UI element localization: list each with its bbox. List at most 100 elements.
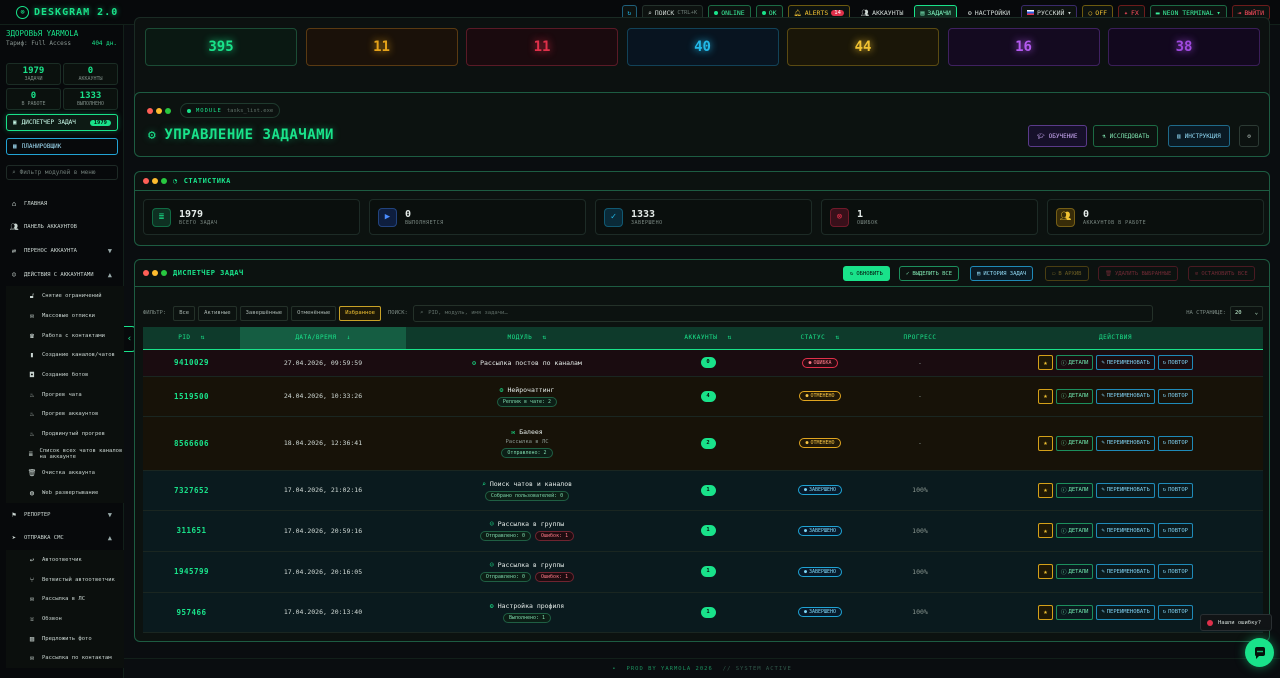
select-all-button[interactable]: ✓ ВЫДЕЛИТЬ ВСЕ: [899, 266, 960, 281]
history-button[interactable]: ▤ ИСТОРИЯ ЗАДАЧ: [970, 266, 1034, 281]
sidebar-item-label: Продвинутый прогрев: [42, 431, 105, 438]
rename-button[interactable]: ✎ ПЕРЕИМЕНОВАТЬ: [1096, 523, 1155, 538]
sidebar-item[interactable]: 🔓︎ Снятие ограничений: [6, 286, 124, 307]
repeat-icon: ↻: [1162, 609, 1167, 615]
table-row[interactable]: 7327652 17.04.2026, 21:02:16 ⌕ Поиск чатов …: [143, 470, 1263, 511]
column-header[interactable]: PID ⇅: [143, 327, 240, 350]
column-header[interactable]: АККАУНТЫ ⇅: [648, 327, 768, 350]
details-button[interactable]: ⓘ ДЕТАЛИ: [1056, 482, 1094, 498]
filter-button[interactable]: Отменённые: [291, 305, 337, 321]
rename-button[interactable]: ✎ ПЕРЕИМЕНОВАТЬ: [1096, 435, 1155, 451]
sidebar-item[interactable]: ✉ Рассылка в ЛС: [6, 589, 124, 610]
brand[interactable]: ⊗ DESKGRAM 2.0: [0, 5, 130, 19]
ok-dot-icon: [761, 10, 766, 15]
sidebar-item[interactable]: 👥︎ ПАНЕЛЬ АККАУНТОВ: [0, 216, 124, 240]
sidebar-item[interactable]: ☺ ДЕЙСТВИЯ С АККАУНТАМИ ▲: [0, 263, 124, 287]
sidebar-item[interactable]: ♨ Прогрев чата: [6, 384, 124, 405]
repeat-button[interactable]: ↻ ПОВТОР: [1157, 435, 1193, 451]
archive-button[interactable]: ▭ В АРХИВ: [1045, 266, 1089, 281]
details-button[interactable]: ⓘ ДЕТАЛИ: [1056, 564, 1094, 579]
sidebar-item[interactable]: ▨ Предложить фото: [6, 628, 124, 649]
sidebar-item[interactable]: ↩ Автоответчик: [6, 550, 124, 570]
details-button[interactable]: ⓘ ДЕТАЛИ: [1056, 435, 1094, 451]
table-row[interactable]: 957466 17.04.2026, 20:13:40 ⚙ Настройка про…: [143, 592, 1263, 633]
sidebar-item-label: Ветвистый автоответчик: [42, 576, 115, 583]
sidebar-item[interactable]: ☏ Обзвон: [6, 609, 124, 629]
details-button[interactable]: ⓘ ДЕТАЛИ: [1056, 388, 1094, 404]
app-root: ⊗ DESKGRAM 2.0 ↻ ⌕ ПОИСК CTRL+K ONLINE O…: [0, 0, 1280, 678]
favorite-button[interactable]: ★: [1038, 564, 1054, 579]
stop-all-button[interactable]: ⊘ ОСТАНОВИТЬ ВСЕ: [1188, 266, 1255, 281]
rename-button[interactable]: ✎ ПЕРЕИМЕНОВАТЬ: [1096, 604, 1155, 620]
filter-button[interactable]: Завершённые: [239, 305, 289, 321]
table-row[interactable]: 311651 17.04.2026, 20:59:16 ☺ Рассылка в гр…: [143, 510, 1263, 552]
details-button[interactable]: ⓘ ДЕТАЛИ: [1056, 523, 1094, 538]
column-header[interactable]: ДАТА/ВРЕМЯ ↓: [240, 327, 406, 350]
bot-icon: ◘: [29, 370, 35, 379]
favorite-button[interactable]: ★: [1038, 355, 1054, 370]
repeat-button[interactable]: ↻ ПОВТОР: [1157, 564, 1193, 579]
learn-button[interactable]: 🎓︎ ОБУЧЕНИЕ: [1028, 125, 1087, 147]
sidebar-item[interactable]: ♨ Прогрев аккаунтов: [6, 404, 124, 425]
sidebar-item[interactable]: 🗑︎ Очистка аккаунта: [6, 463, 124, 484]
repeat-button[interactable]: ↻ ПОВТОР: [1157, 482, 1193, 498]
footer-prod: PROD BY YARMOLA 2026: [626, 665, 713, 672]
table-row[interactable]: 1519500 24.04.2026, 10:33:26 ⚙ Нейрочаттинг…: [143, 376, 1263, 417]
column-header[interactable]: МОДУЛЬ ⇅: [406, 327, 648, 350]
table-row[interactable]: 9410029 27.04.2026, 09:59:59 ⚙ Рассылка пос…: [143, 349, 1263, 377]
repeat-button[interactable]: ↻ ПОВТОР: [1157, 604, 1193, 620]
sidebar-item[interactable]: ◍ Web развертывание: [6, 483, 124, 503]
sidebar-dispatcher-button[interactable]: ▣ ДИСПЕТЧЕР ЗАДАЧ 1979: [6, 114, 118, 131]
sidebar-item[interactable]: ⑂ Ветвистый автоответчик: [6, 569, 124, 590]
sidebar-item[interactable]: ✉ Рассылка по контактам: [6, 648, 124, 669]
repeat-button[interactable]: ↻ ПОВТОР: [1157, 388, 1193, 404]
history-icon: ▤: [977, 270, 981, 277]
summary-card: 11: [466, 28, 618, 66]
rename-button[interactable]: ✎ ПЕРЕИМЕНОВАТЬ: [1096, 388, 1155, 404]
settings-button[interactable]: ⚙: [1239, 125, 1259, 147]
chat-button[interactable]: [1245, 638, 1274, 667]
rename-button[interactable]: ✎ ПЕРЕИМЕНОВАТЬ: [1096, 482, 1155, 498]
per-page-select[interactable]: 20 ⌄: [1230, 305, 1263, 321]
sidebar-item[interactable]: ⌂ ГЛАВНАЯ: [0, 192, 124, 216]
instruction-button[interactable]: ▥ ИНСТРУКЦИЯ: [1168, 125, 1230, 147]
column-header[interactable]: СТАТУС ⇅: [768, 327, 872, 350]
sidebar-item[interactable]: ▮ Создание каналов/чатов: [6, 345, 124, 366]
sidebar-nav: ⌂ ГЛАВНАЯ 👥︎ ПАНЕЛЬ АККАУНТОВ ⇄ ПЕРЕНОС АККАУ…: [0, 192, 124, 669]
sidebar-planner-button[interactable]: ▦ ПЛАНИРОВЩИК: [6, 138, 118, 155]
repeat-button[interactable]: ↻ ПОВТОР: [1157, 523, 1193, 538]
sidebar-item[interactable]: ☎ Работа с контактами: [6, 325, 124, 346]
sidebar-item[interactable]: ✉ Массовые отписки: [6, 306, 124, 326]
task-search-input[interactable]: ⌕ PID, модуль, имя задачи…: [412, 304, 1153, 322]
sidebar-item[interactable]: ⇄ ПЕРЕНОС АККАУНТА ▼: [0, 239, 124, 263]
filter-button[interactable]: Активные: [198, 305, 237, 321]
rename-button[interactable]: ✎ ПЕРЕИМЕНОВАТЬ: [1096, 564, 1155, 579]
research-button[interactable]: ⚗ ИССЛЕДОВАТЬ: [1093, 125, 1159, 147]
edit-icon: ✎: [1101, 393, 1105, 399]
favorite-button[interactable]: ★: [1038, 435, 1054, 451]
delete-selected-button[interactable]: 🗑︎ УДАЛИТЬ ВЫБРАННЫЕ: [1098, 266, 1179, 281]
sidebar-item[interactable]: ◘ Создание ботов: [6, 365, 124, 385]
filter-button[interactable]: Избранное: [339, 305, 381, 321]
stat-label: АККАУНТОВ В РАБОТЕ: [1083, 219, 1147, 226]
favorite-button[interactable]: ★: [1038, 388, 1054, 404]
gear-icon: ⚙: [489, 601, 494, 610]
rename-button[interactable]: ✎ ПЕРЕИМЕНОВАТЬ: [1096, 355, 1155, 370]
repeat-button[interactable]: ↻ ПОВТОР: [1157, 355, 1193, 370]
favorite-button[interactable]: ★: [1038, 482, 1054, 498]
details-button[interactable]: ⓘ ДЕТАЛИ: [1056, 355, 1094, 370]
table-row[interactable]: 1945799 17.04.2026, 20:16:05 ☺ Рассылка в г…: [143, 551, 1263, 593]
filter-button[interactable]: Все: [173, 305, 196, 321]
favorite-button[interactable]: ★: [1038, 523, 1054, 538]
sidebar-item[interactable]: ⚑ РЕПОРТЕР ▼: [0, 503, 124, 527]
details-button[interactable]: ⓘ ДЕТАЛИ: [1056, 604, 1094, 620]
sidebar-item[interactable]: ➤ ОТПРАВКА СМС ▲: [0, 527, 124, 551]
sidebar-item[interactable]: ♨ Продвинутый прогрев: [6, 424, 124, 444]
bug-report-button[interactable]: Нашли ошибку?: [1200, 614, 1272, 631]
sidebar-item[interactable]: ≣ Список всех чатов каналов на аккаунте: [6, 443, 124, 464]
table-row[interactable]: 8566606 18.04.2026, 12:36:41 ✉ Балеея Рассыл…: [143, 416, 1263, 471]
favorite-button[interactable]: ★: [1038, 604, 1054, 620]
module-name: Рассылка постов по каналам: [480, 358, 582, 367]
refresh-button[interactable]: ↻ ОБНОВИТЬ: [843, 266, 890, 281]
sidebar-filter-input[interactable]: ⌕ Фильтр модулей в меню: [6, 165, 118, 180]
